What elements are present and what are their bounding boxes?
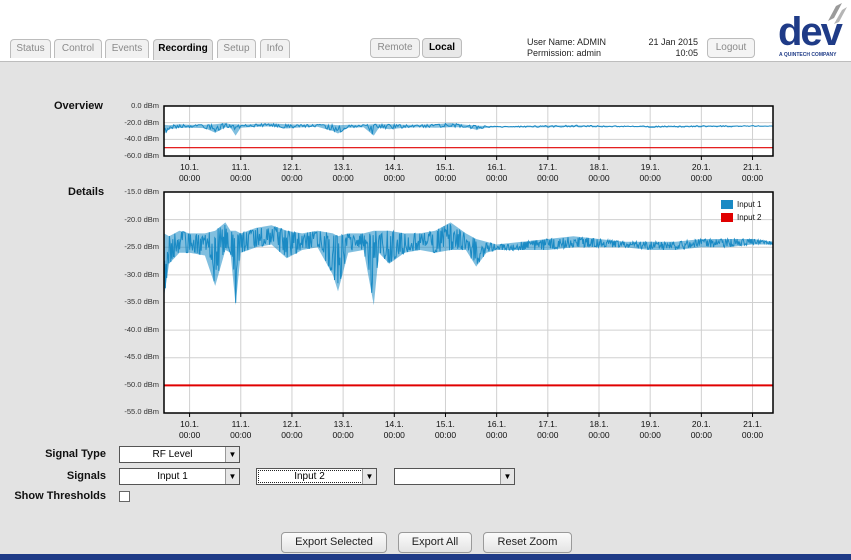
- overview-plot-area: [164, 106, 773, 156]
- overview-xtick-label: 12.1. 00:00: [281, 162, 303, 183]
- overview-xtick-label: 19.1. 00:00: [639, 162, 661, 183]
- overview-xtick-label: 17.1. 00:00: [537, 162, 559, 183]
- details-xtick-label: 11.1. 00:00: [230, 419, 252, 440]
- reset-zoom-button[interactable]: Reset Zoom: [483, 532, 572, 553]
- recording-charts[interactable]: [0, 0, 851, 470]
- overview-xtick-label: 14.1. 00:00: [383, 162, 405, 183]
- overview-xtick-label: 20.1. 00:00: [690, 162, 712, 183]
- overview-xtick-label: 11.1. 00:00: [230, 162, 252, 183]
- details-xtick-label: 19.1. 00:00: [639, 419, 661, 440]
- signal-select-3[interactable]: ▼: [394, 468, 515, 485]
- export-selected-button[interactable]: Export Selected: [281, 532, 387, 553]
- overview-xtick-label: 10.1. 00:00: [178, 162, 201, 183]
- show-thresholds-checkbox[interactable]: [119, 491, 130, 502]
- details-xtick-label: 15.1. 00:00: [434, 419, 457, 440]
- overview-xtick-label: 13.1. 00:00: [332, 162, 354, 183]
- show-thresholds-label: Show Thresholds: [14, 490, 106, 502]
- chevron-down-icon: ▼: [362, 469, 376, 484]
- overview-xtick-label: 15.1. 00:00: [434, 162, 457, 183]
- legend-input1: Input 1: [737, 200, 762, 209]
- signal-type-value: RF Level: [152, 449, 193, 460]
- signals-label: Signals: [66, 470, 106, 482]
- legend-swatch-input2: [721, 213, 733, 222]
- chevron-down-icon: ▼: [500, 469, 514, 484]
- legend-swatch-input1: [721, 200, 733, 209]
- details-xtick-label: 18.1. 00:00: [588, 419, 610, 440]
- details-xtick-label: 17.1. 00:00: [537, 419, 559, 440]
- overview-xtick-label: 16.1. 00:00: [486, 162, 508, 183]
- chevron-down-icon: ▼: [225, 469, 239, 484]
- chevron-down-icon: ▼: [225, 447, 239, 462]
- legend-input2: Input 2: [737, 213, 762, 222]
- signal-select-2[interactable]: Input 2 ▼: [256, 468, 377, 485]
- signal-1-value: Input 1: [157, 471, 188, 482]
- signal-type-select[interactable]: RF Level ▼: [119, 446, 240, 463]
- export-all-button[interactable]: Export All: [398, 532, 472, 553]
- details-xtick-label: 13.1. 00:00: [332, 419, 354, 440]
- details-xtick-label: 21.1. 00:00: [741, 419, 764, 440]
- signal-type-label: Signal Type: [45, 448, 106, 460]
- details-xtick-label: 10.1. 00:00: [178, 419, 201, 440]
- details-xtick-label: 16.1. 00:00: [486, 419, 508, 440]
- signal-2-value: Input 2: [294, 471, 325, 482]
- details-xtick-label: 20.1. 00:00: [690, 419, 712, 440]
- details-xtick-label: 14.1. 00:00: [383, 419, 405, 440]
- details-xtick-label: 12.1. 00:00: [281, 419, 303, 440]
- overview-xtick-label: 18.1. 00:00: [588, 162, 610, 183]
- overview-xtick-label: 21.1. 00:00: [741, 162, 764, 183]
- footer-bar: [0, 554, 851, 560]
- signal-select-1[interactable]: Input 1 ▼: [119, 468, 240, 485]
